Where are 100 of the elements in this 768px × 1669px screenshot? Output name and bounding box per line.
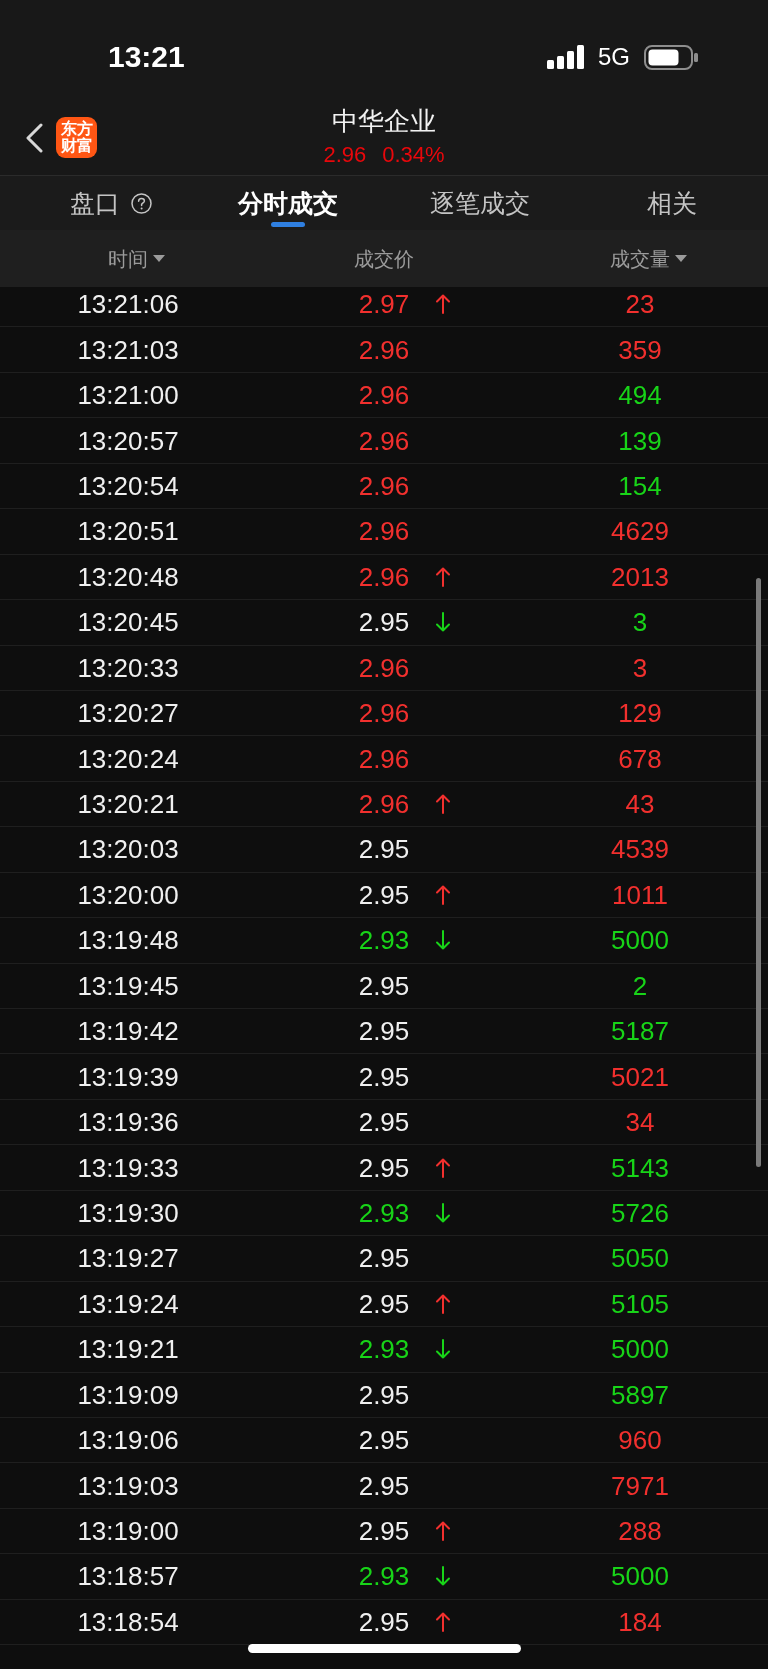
trade-time: 13:20:21 [77, 789, 179, 820]
trade-volume: 678 [618, 743, 662, 774]
trade-time: 13:19:27 [77, 1243, 179, 1274]
trade-volume: 5143 [611, 1152, 669, 1183]
trade-time: 13:20:00 [77, 879, 179, 910]
trade-price: 2.96 [358, 698, 410, 729]
trade-time: 13:19:39 [77, 1061, 179, 1092]
column-header: 成交价 [354, 246, 414, 271]
price-change: 0.34% [382, 142, 445, 167]
trade-time: 13:18:54 [77, 1606, 179, 1637]
trade-volume: 7971 [611, 1470, 669, 1501]
trade-price: 2.95 [358, 607, 410, 638]
trade-price: 2.96 [358, 425, 410, 456]
trade-price: 2.95 [358, 1470, 410, 1501]
trade-time: 13:21:03 [77, 334, 179, 365]
trade-time: 13:20:51 [77, 516, 179, 547]
trade-price: 2.95 [358, 1152, 410, 1183]
trade-volume: 4539 [611, 834, 669, 865]
trade-time: 13:19:36 [77, 1107, 179, 1138]
trade-price: 2.95 [358, 1016, 410, 1047]
trade-time: 13:19:00 [77, 1516, 179, 1547]
trade-volume: 5021 [611, 1061, 669, 1092]
trade-price: 2.95 [358, 1243, 410, 1274]
trade-price: 2.93 [358, 1334, 410, 1365]
trade-volume: 43 [625, 789, 655, 820]
trade-time: 13:18:57 [77, 1561, 179, 1592]
trade-price: 2.93 [358, 1197, 410, 1228]
trade-time: 13:19:45 [77, 970, 179, 1001]
trade-time: 13:21:00 [77, 380, 179, 411]
trade-volume: 359 [618, 334, 662, 365]
trade-price: 2.96 [358, 470, 410, 501]
battery-icon [644, 44, 698, 70]
column-header[interactable]: 成交量 [610, 246, 670, 271]
trade-volume: 129 [618, 698, 662, 729]
trade-volume: 3 [632, 607, 648, 638]
trade-volume: 2 [632, 970, 648, 1001]
network-label: 5G [598, 43, 630, 71]
trade-time: 13:20:24 [77, 743, 179, 774]
trade-price: 2.95 [358, 879, 410, 910]
stock-name: 中华企业 [332, 106, 436, 136]
tab[interactable]: 盘口 [70, 188, 152, 218]
trade-price: 2.96 [358, 652, 410, 683]
trade-time: 13:21:06 [77, 289, 179, 320]
trade-time: 13:20:27 [77, 698, 179, 729]
trade-volume: 1011 [612, 879, 668, 910]
trade-volume: 154 [618, 470, 662, 501]
trade-price: 2.95 [358, 834, 410, 865]
trade-time: 13:19:33 [77, 1152, 179, 1183]
trade-volume: 5187 [611, 1016, 669, 1047]
trade-volume: 5050 [611, 1243, 669, 1274]
trade-price: 2.95 [358, 1061, 410, 1092]
trade-volume: 288 [618, 1516, 662, 1547]
column-header[interactable]: 时间 [108, 246, 148, 271]
trade-price: 2.96 [358, 743, 410, 774]
trade-price: 2.93 [358, 1561, 410, 1592]
trade-price: 2.95 [358, 970, 410, 1001]
trade-volume: 5000 [611, 1334, 669, 1365]
trade-time: 13:19:09 [77, 1379, 179, 1410]
trade-price: 2.97 [358, 289, 410, 320]
trade-volume: 2013 [611, 561, 669, 592]
trade-price: 2.96 [358, 380, 410, 411]
trade-volume: 5105 [611, 1288, 669, 1319]
app-logo: 东方财富 [56, 117, 97, 158]
trade-time: 13:20:33 [77, 652, 179, 683]
tab[interactable]: 逐笔成交 [430, 188, 530, 218]
trade-time: 13:19:30 [77, 1197, 179, 1228]
trade-price: 2.95 [358, 1516, 410, 1547]
trade-time: 13:20:48 [77, 561, 179, 592]
trade-price: 2.95 [358, 1425, 410, 1456]
trade-time: 13:20:54 [77, 470, 179, 501]
trade-price: 2.96 [358, 561, 410, 592]
trade-price: 2.95 [358, 1379, 410, 1410]
trade-price: 2.93 [358, 925, 410, 956]
trade-volume: 5726 [611, 1197, 669, 1228]
trade-time: 13:19:06 [77, 1425, 179, 1456]
trade-volume: 5897 [611, 1379, 669, 1410]
tab[interactable]: 分时成交 [238, 188, 338, 218]
trade-volume: 139 [618, 425, 662, 456]
trade-volume: 960 [618, 1425, 662, 1456]
trade-time: 13:19:03 [77, 1470, 179, 1501]
trade-price: 2.95 [358, 1107, 410, 1138]
chevron-left-icon [25, 122, 43, 153]
trade-time: 13:19:48 [77, 925, 179, 956]
trade-time: 13:19:24 [77, 1288, 179, 1319]
trade-volume: 3 [632, 652, 648, 683]
trade-volume: 4629 [611, 516, 669, 547]
trade-time: 13:20:45 [77, 607, 179, 638]
sort-caret-icon[interactable] [153, 255, 165, 262]
trade-price: 2.96 [358, 789, 410, 820]
trade-time: 13:20:57 [77, 425, 179, 456]
trade-time: 13:19:42 [77, 1016, 179, 1047]
trade-volume: 5000 [611, 925, 669, 956]
trade-price: 2.96 [358, 334, 410, 365]
tab[interactable]: 相关 [647, 188, 697, 218]
trade-volume: 184 [618, 1606, 662, 1637]
trade-price: 2.95 [358, 1606, 410, 1637]
help-icon[interactable] [131, 192, 152, 214]
signal-icon [547, 45, 584, 69]
trade-price: 2.96 [358, 516, 410, 547]
sort-caret-icon[interactable] [675, 255, 687, 262]
